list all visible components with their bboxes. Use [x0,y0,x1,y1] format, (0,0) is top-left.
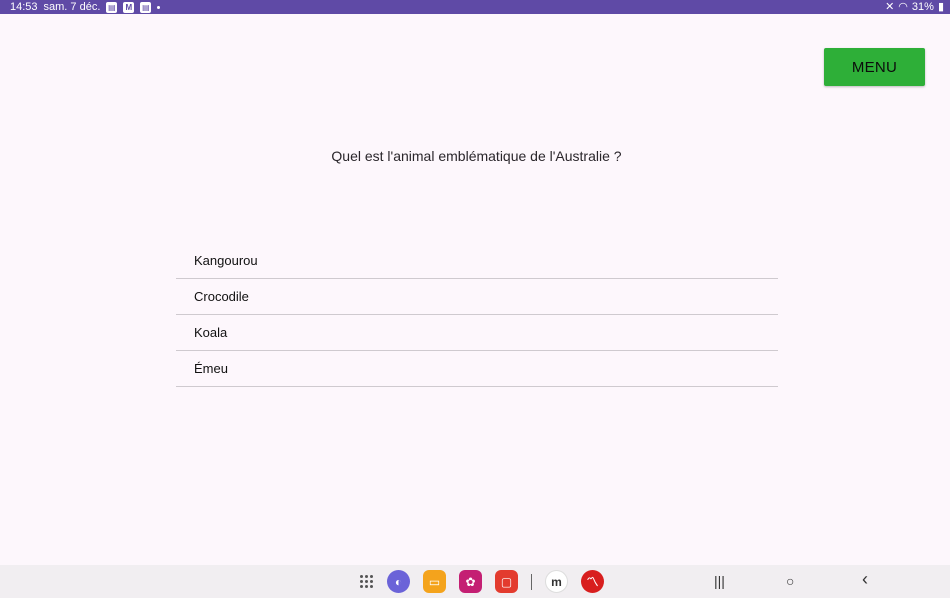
app-drawer-icon[interactable] [358,574,374,590]
navigation-bar: ◐ ▭ ✿ ▢ m 〽 ||| ○ ‹ [0,565,950,598]
dock-divider [531,573,532,590]
battery-icon: ▮ [937,1,944,13]
home-button[interactable]: ○ [786,573,794,589]
status-time: 14:53 [10,1,38,13]
gmail-icon: M [123,1,135,13]
answer-option[interactable]: Émeu [176,351,778,387]
back-button[interactable]: ‹ [862,569,868,590]
status-bar: 14:53 sam. 7 déc. ▤ M ▤ ✕ ◠ 31% ▮ [0,0,950,14]
m-app-icon[interactable]: m [545,570,568,593]
internet-icon[interactable]: ◐ [387,570,410,593]
mute-icon: ✕ [885,1,895,13]
files-icon[interactable]: ▭ [423,570,446,593]
menu-button[interactable]: MENU [824,48,925,86]
notification-icon: ▤ [140,1,152,13]
answer-option[interactable]: Kangourou [176,243,778,279]
answer-list: Kangourou Crocodile Koala Émeu [176,243,778,387]
answer-option[interactable]: Crocodile [176,279,778,315]
status-date: sam. 7 déc. [43,1,101,13]
notification-icon: ▤ [106,1,118,13]
red-app-icon[interactable]: 〽 [581,570,604,593]
gallery-icon[interactable]: ✿ [459,570,482,593]
battery-level: 31% [911,1,934,13]
app-dock: ◐ ▭ ✿ ▢ m 〽 [358,570,604,593]
wifi-icon: ◠ [898,1,908,13]
answer-option[interactable]: Koala [176,315,778,351]
recents-button[interactable]: ||| [714,573,725,589]
question-text: Quel est l'animal emblématique de l'Aust… [331,148,622,164]
more-notifications-icon [157,5,161,9]
notes-icon[interactable]: ▢ [495,570,518,593]
